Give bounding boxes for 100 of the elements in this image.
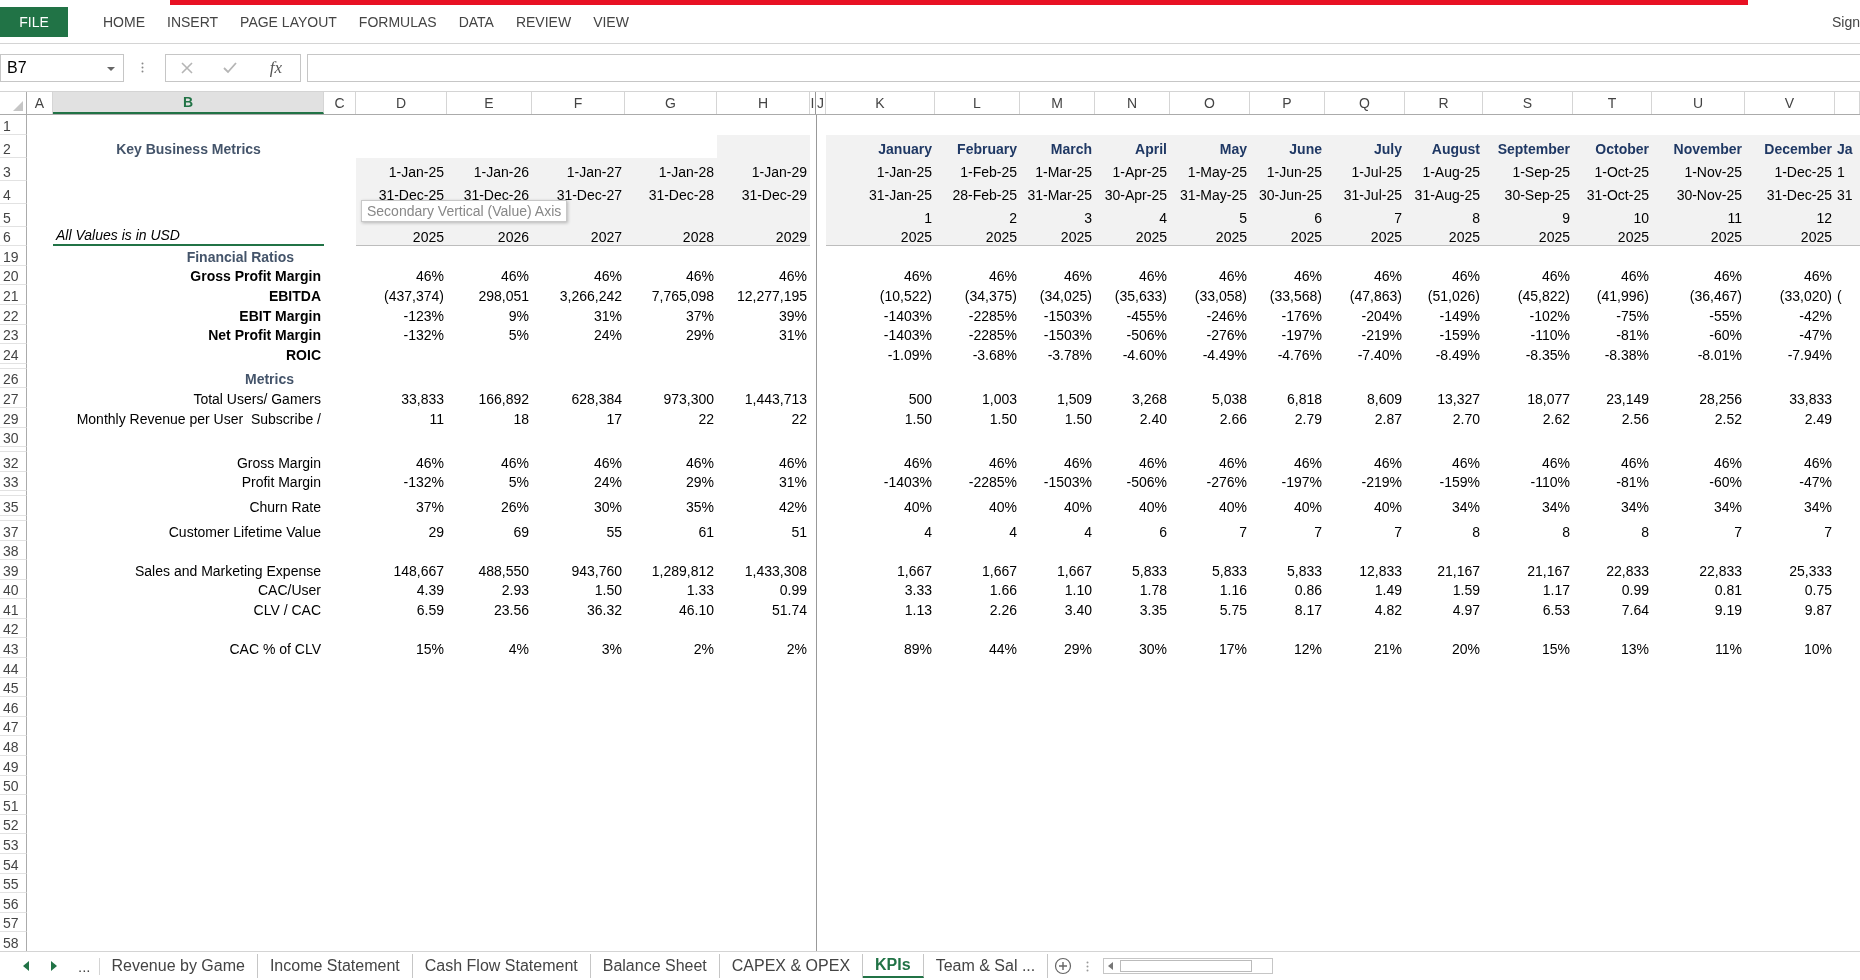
column-header[interactable]: M [1020,92,1095,114]
ribbon-tab[interactable]: VIEW [582,6,640,37]
scroll-left-icon[interactable] [22,961,30,971]
row-number[interactable]: 56 [0,893,27,913]
row-number[interactable]: 38 [0,540,27,561]
column-header[interactable]: J [816,92,826,114]
row-number[interactable]: 57 [0,912,27,933]
table-cell-text: 8 [1471,522,1481,541]
row-number[interactable]: 4 [0,180,27,204]
table-cell-text: 5,833 [1210,561,1248,580]
table-cell-text: 31-Dec-28 [647,185,715,204]
sheet-tab[interactable]: Team & Sal ... [923,954,1049,978]
ribbon-tab[interactable]: REVIEW [504,6,583,37]
cancel-icon[interactable] [179,60,194,75]
row-number[interactable]: 50 [0,775,27,796]
column-header[interactable]: K [826,92,935,114]
table-cell-text: 46% [1712,267,1743,286]
column-header[interactable]: E [447,92,532,114]
row-number[interactable]: 29 [0,407,27,428]
sheet-tab[interactable]: Balance Sheet [590,954,720,978]
row-label: Gross Profit Margin [189,267,322,286]
row-number[interactable]: 22 [0,304,27,325]
row-number[interactable]: 5 [0,203,27,227]
row-number[interactable]: 32 [0,452,27,472]
column-header[interactable]: D [356,92,447,114]
column-header[interactable]: P [1250,92,1325,114]
column-header[interactable]: F [532,92,625,114]
sheet-tab[interactable]: Revenue by Game [99,954,258,978]
drag-handle-icon[interactable] [1086,960,1090,972]
sheet-tab[interactable]: Income Statement [257,954,413,978]
row-number[interactable]: 37 [0,520,27,541]
row-number[interactable]: 44 [0,658,27,678]
row-number[interactable]: 23 [0,324,27,345]
row-number[interactable]: 46 [0,697,27,717]
ribbon-tab[interactable]: DATA [447,6,505,37]
column-header[interactable]: I [810,92,816,114]
sign-in-link[interactable]: Sign [1832,13,1860,30]
column-header[interactable]: Q [1325,92,1405,114]
ribbon-tab[interactable]: PAGE LAYOUT [229,6,348,37]
column-header[interactable]: B [53,92,324,114]
column-header[interactable]: N [1095,92,1170,114]
row-number[interactable]: 51 [0,795,27,815]
row-number[interactable]: 21 [0,285,27,305]
row-number[interactable]: 52 [0,814,27,835]
row-number[interactable]: 35 [0,496,27,516]
name-box[interactable]: B7 [0,53,124,82]
horizontal-scrollbar[interactable] [1103,958,1274,974]
row-number[interactable]: 20 [0,265,27,286]
table-cell-text: 46% [777,267,808,286]
row-number[interactable]: 24 [0,344,27,364]
sheet-tab[interactable]: KPIs [863,954,924,978]
column-header[interactable]: O [1170,92,1250,114]
row-number[interactable]: 39 [0,560,27,580]
row-number[interactable]: 19 [0,246,27,266]
row-number[interactable]: 47 [0,716,27,737]
column-header[interactable]: S [1483,92,1573,114]
row-number[interactable]: 53 [0,834,27,854]
column-header[interactable]: C [324,92,356,114]
add-sheet-icon[interactable] [1054,957,1073,975]
check-icon[interactable] [221,60,238,75]
table-cell-text: 31-May-25 [1179,185,1248,204]
select-all-icon[interactable] [13,101,23,111]
ribbon-tab[interactable]: FORMULAS [347,6,448,37]
row-number[interactable]: 41 [0,599,27,619]
scroll-left-icon[interactable] [1108,962,1115,970]
column-header[interactable]: U [1652,92,1745,114]
row-number[interactable]: 49 [0,756,27,776]
row-number[interactable]: 1 [0,115,27,135]
table-cell-text: 1,667 [1055,561,1093,580]
row-number[interactable]: 2 [0,134,27,158]
file-tab[interactable]: FILE [0,6,68,37]
sheet-tab[interactable]: Cash Flow Statement [412,954,591,978]
row-number[interactable]: 6 [0,226,27,247]
column-header[interactable]: R [1405,92,1483,114]
row-number[interactable]: 48 [0,736,27,757]
row-number[interactable]: 3 [0,157,27,181]
row-number[interactable]: 27 [0,388,27,408]
row-number[interactable]: 30 [0,427,27,448]
column-header[interactable]: L [935,92,1020,114]
column-header[interactable]: T [1573,92,1652,114]
row-number[interactable]: 45 [0,677,27,698]
table-cell-text: -159% [1438,326,1481,345]
row-number[interactable]: 54 [0,854,27,874]
scroll-thumb[interactable] [1120,960,1253,972]
ribbon-tab[interactable]: HOME [92,6,156,37]
ribbon-tab[interactable]: INSERT [156,6,230,37]
row-number[interactable]: 33 [0,471,27,492]
column-header[interactable]: V [1745,92,1835,114]
row-number[interactable]: 43 [0,638,27,659]
row-number[interactable]: 55 [0,873,27,894]
row-number[interactable]: 40 [0,579,27,600]
column-header[interactable]: G [625,92,717,114]
row-number[interactable]: 42 [0,618,27,639]
more-sheets-button[interactable]: ... [78,957,100,975]
column-header[interactable]: H [717,92,810,114]
row-number[interactable]: 26 [0,368,27,389]
scroll-right-icon[interactable] [50,961,58,971]
month-header: Ja [1836,139,1854,158]
formula-input[interactable] [307,53,1860,82]
insert-function-button[interactable]: fx [265,57,287,78]
